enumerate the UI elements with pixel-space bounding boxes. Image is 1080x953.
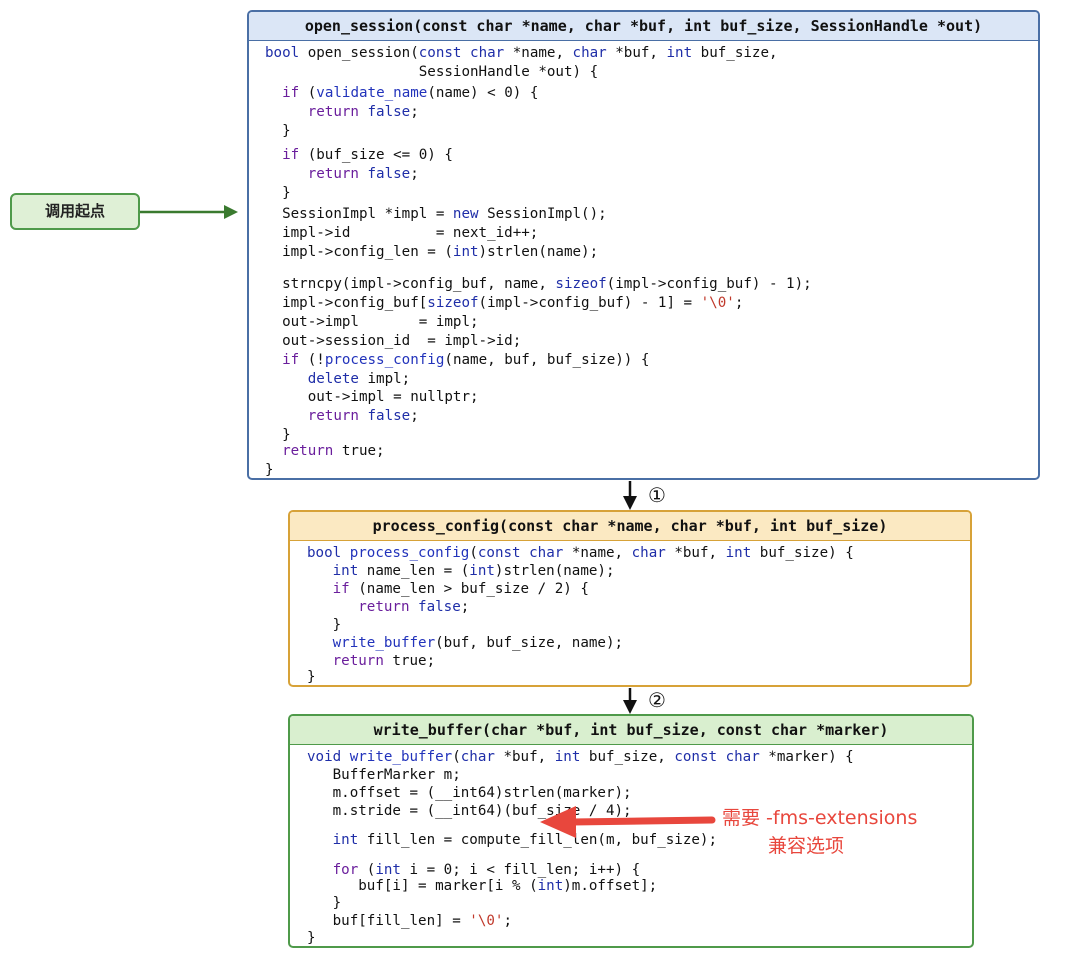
arrows-layer — [140, 205, 716, 838]
flow-arrow-2 — [623, 688, 637, 714]
start-arrow — [140, 205, 238, 219]
note-pointer-arrow — [540, 806, 716, 838]
flow-arrow-1 — [623, 481, 637, 510]
